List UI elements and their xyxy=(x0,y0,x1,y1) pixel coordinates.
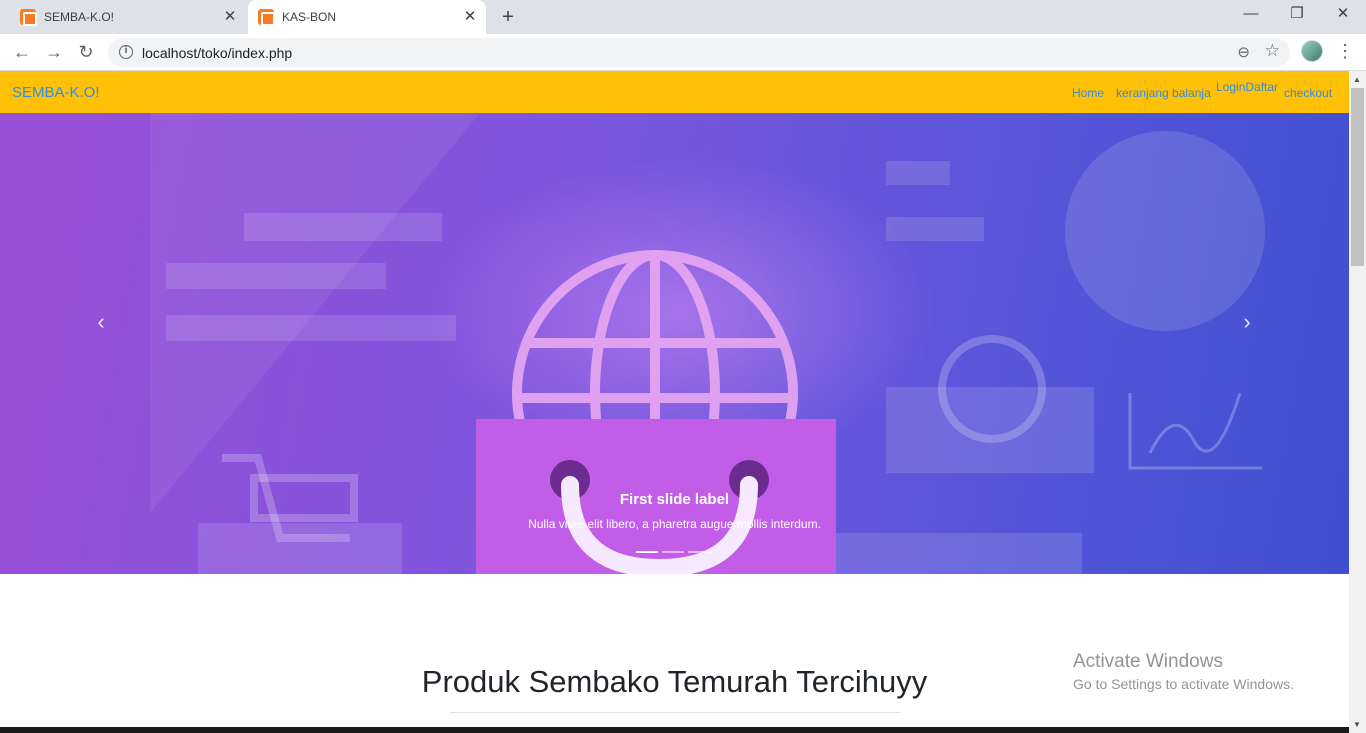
url-text[interactable]: localhost/toko/index.php xyxy=(142,45,292,61)
nav-link-keranjang[interactable]: keranjang balanja xyxy=(1116,86,1211,100)
nav-link-home[interactable]: Home xyxy=(1072,86,1104,100)
scroll-thumb[interactable] xyxy=(1351,88,1364,266)
site-navbar: SEMBA-K.O! Home keranjang balanja LoginD… xyxy=(0,71,1349,113)
restore-button[interactable]: ❐ xyxy=(1274,0,1320,30)
activate-windows-watermark: Activate Windows Go to Settings to activ… xyxy=(1073,651,1294,692)
tab-strip: SEMBA-K.O! ✕ KAS-BON ✕ + — ❐ ✕ xyxy=(0,0,1366,34)
brand-link[interactable]: SEMBA-K.O! xyxy=(12,84,100,101)
new-tab-button[interactable]: + xyxy=(496,6,520,28)
minimize-button[interactable]: — xyxy=(1228,0,1274,30)
site-info-icon[interactable]: i xyxy=(119,45,133,59)
close-window-button[interactable]: ✕ xyxy=(1320,0,1366,30)
activate-windows-subtitle: Go to Settings to activate Windows. xyxy=(1073,676,1294,692)
slide-caption-text: Nulla vitae elit libero, a pharetra augu… xyxy=(528,517,821,531)
carousel-prev-button[interactable]: ‹ xyxy=(91,310,111,334)
zoom-icon[interactable]: ⊖ xyxy=(1237,43,1250,61)
tab-semba-ko[interactable]: SEMBA-K.O! ✕ xyxy=(0,0,246,34)
carousel-indicator[interactable] xyxy=(688,551,710,553)
reload-icon[interactable]: ↻ xyxy=(74,40,98,64)
xampp-favicon-icon xyxy=(20,9,37,26)
scroll-up-icon[interactable]: ▲ xyxy=(1353,75,1361,84)
tab-kas-bon[interactable]: KAS-BON ✕ xyxy=(248,0,486,34)
browser-toolbar: ← → ↻ i localhost/toko/index.php ⊖ ☆ ⋮ xyxy=(0,34,1366,71)
xampp-favicon-icon xyxy=(258,9,275,26)
forward-arrow-icon[interactable]: → xyxy=(42,40,66,64)
back-arrow-icon[interactable]: ← xyxy=(10,40,34,64)
tab-title: SEMBA-K.O! xyxy=(44,10,115,24)
close-tab-icon[interactable]: ✕ xyxy=(462,9,478,25)
bookmark-star-icon[interactable]: ☆ xyxy=(1265,41,1280,61)
carousel-indicator[interactable] xyxy=(636,551,658,553)
profile-avatar[interactable] xyxy=(1301,40,1323,62)
scroll-down-icon[interactable]: ▼ xyxy=(1353,720,1361,729)
section-divider xyxy=(450,712,900,713)
address-bar[interactable]: i localhost/toko/index.php ⊖ ☆ xyxy=(108,38,1290,67)
carousel-indicator[interactable] xyxy=(662,551,684,553)
carousel-indicators xyxy=(636,551,710,553)
close-tab-icon[interactable]: ✕ xyxy=(222,9,238,25)
hero-carousel: ‹ › First slide label Nulla vitae elit l… xyxy=(0,113,1349,574)
activate-windows-title: Activate Windows xyxy=(1073,651,1223,672)
tab-title: KAS-BON xyxy=(282,10,337,24)
carousel-next-button[interactable]: › xyxy=(1237,310,1257,334)
slide-caption-title: First slide label xyxy=(619,491,730,508)
product-strip-top xyxy=(0,727,1349,733)
nav-link-login-daftar[interactable]: LoginDaftar xyxy=(1216,80,1278,94)
page-viewport: SEMBA-K.O! Home keranjang balanja LoginD… xyxy=(0,71,1349,733)
page-scrollbar[interactable]: ▲ ▼ xyxy=(1349,71,1366,733)
nav-link-checkout[interactable]: checkout xyxy=(1284,86,1332,100)
browser-menu-icon[interactable]: ⋮ xyxy=(1336,40,1354,64)
